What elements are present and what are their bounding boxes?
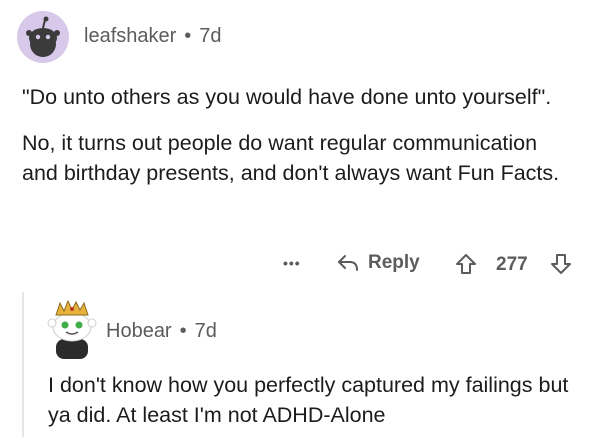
upvote-arrow-icon <box>456 254 476 274</box>
upvote-button[interactable] <box>454 252 478 281</box>
comment-paragraph: I don't know how you perfectly captured … <box>48 373 569 427</box>
reply-button[interactable]: Reply <box>336 252 420 274</box>
comment-body: "Do unto others as you would have done u… <box>22 82 562 188</box>
reply-icon <box>338 255 358 271</box>
reply-label: Reply <box>368 252 420 273</box>
thread-line[interactable] <box>22 292 24 437</box>
downvote-arrow-icon <box>551 254 571 274</box>
comment-author[interactable]: leafshaker <box>84 25 176 48</box>
comment-timestamp: 7d <box>194 320 217 342</box>
comment-paragraph: "Do unto others as you would have done u… <box>22 85 552 109</box>
comment-author[interactable]: Hobear <box>106 320 172 343</box>
more-options-button[interactable]: ••• <box>283 255 301 271</box>
vote-count: 277 <box>496 254 528 276</box>
ellipsis-icon: ••• <box>283 255 301 271</box>
avatar[interactable] <box>17 11 69 63</box>
meta-separator: • <box>179 320 187 342</box>
meta-separator: • <box>184 25 192 47</box>
comment-timestamp: 7d <box>199 25 222 47</box>
avatar[interactable] <box>44 297 100 359</box>
comment-body: I don't know how you perfectly captured … <box>48 370 588 430</box>
vote-count-value: 277 <box>496 254 528 275</box>
downvote-button[interactable] <box>549 252 573 281</box>
snoo-avatar-icon <box>47 299 97 359</box>
snoo-avatar-icon <box>26 16 60 57</box>
comment-paragraph: No, it turns out people do want regular … <box>22 131 560 185</box>
